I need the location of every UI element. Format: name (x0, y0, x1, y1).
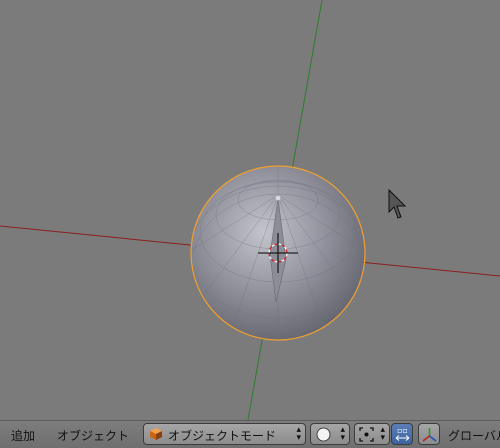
svg-text:▫▫: ▫▫ (397, 426, 408, 435)
mode-dropdown-label: オブジェクトモード (168, 429, 277, 443)
transform-manipulator-toggle[interactable]: ▫▫ (391, 423, 413, 445)
3d-viewport[interactable] (0, 0, 500, 420)
manipulator-mode-button[interactable] (418, 423, 440, 445)
manipulator-arrows-icon: ▫▫ (395, 426, 410, 441)
object-menu[interactable]: オブジェクト (57, 427, 129, 444)
mouse-pointer-icon (388, 188, 407, 219)
dropdown-arrows-icon: ▴ ▾ (296, 425, 301, 443)
transform-orientation-dropdown[interactable]: グローバル (448, 427, 500, 444)
viewport-canvas[interactable] (0, 0, 500, 420)
add-menu[interactable]: 追加 (11, 427, 35, 444)
dropdown-arrows-icon: ▴ ▾ (380, 425, 385, 443)
solid-sphere-icon (316, 427, 331, 442)
blender-window: 追加 オブジェクト オブジェクトモード ▴ ▾ ▴ ▾ ▴ ▾ ▫▫ グローバ (0, 0, 500, 448)
pivot-point-dropdown[interactable]: ▴ ▾ (354, 423, 390, 445)
mode-dropdown[interactable]: オブジェクトモード ▴ ▾ (143, 423, 306, 445)
cube-object-icon (150, 428, 162, 440)
dropdown-arrows-icon: ▴ ▾ (340, 425, 345, 443)
bounding-box-center-icon (359, 427, 374, 442)
viewport-header: 追加 オブジェクト オブジェクトモード ▴ ▾ ▴ ▾ ▴ ▾ ▫▫ グローバ (0, 420, 500, 448)
transform-manipulator-icon (422, 428, 437, 442)
viewport-shading-dropdown[interactable]: ▴ ▾ (310, 423, 350, 445)
